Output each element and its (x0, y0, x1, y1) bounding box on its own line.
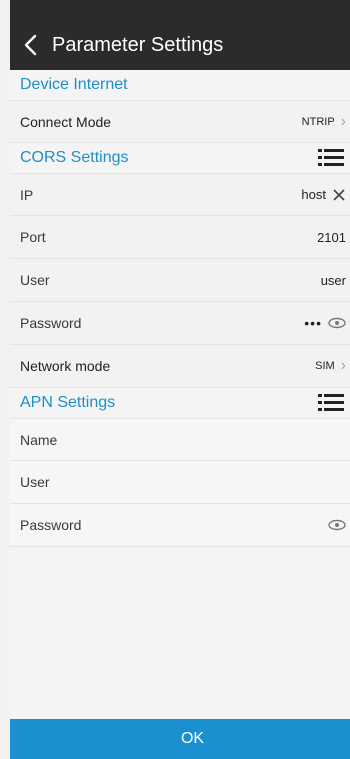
page-title: Parameter Settings (52, 34, 224, 56)
apn-name-label: Name (20, 431, 58, 448)
network-mode-row[interactable]: Network mode SIM › (10, 345, 350, 388)
top-bar: Parameter Settings (10, 0, 350, 70)
apn-password-value-group (328, 519, 350, 531)
password-label: Password (20, 315, 82, 331)
apn-user-label: User (20, 474, 50, 490)
password-value-group: ••• (304, 315, 350, 331)
eye-icon[interactable] (328, 317, 346, 329)
ok-button[interactable]: OK (10, 719, 350, 759)
user-value-group: user (321, 273, 350, 288)
connect-mode-value: NTRIP (301, 115, 335, 128)
ip-row[interactable]: IP host (10, 173, 350, 216)
network-mode-value-group: SIM › (315, 357, 350, 375)
connect-mode-row[interactable]: Connect Mode NTRIP › (10, 100, 350, 143)
chevron-left-icon (24, 34, 37, 56)
connect-mode-value-group: NTRIP › (302, 113, 350, 131)
eye-icon[interactable] (328, 519, 346, 531)
port-input[interactable]: 2101 (317, 230, 346, 245)
apn-password-label: Password (20, 517, 82, 533)
password-input[interactable]: ••• (304, 315, 322, 331)
ip-input[interactable]: host (301, 187, 326, 202)
app-frame: Parameter Settings Device Internet Conne… (10, 0, 350, 759)
ok-button-label: OK (180, 730, 205, 747)
section-apn: APN Settings (10, 388, 350, 418)
port-row[interactable]: Port 2101 (10, 216, 350, 259)
chevron-right-icon: › (340, 357, 346, 374)
section-title: Device Internet (20, 76, 128, 93)
connect-mode-label: Connect Mode (20, 113, 112, 130)
section-title: CORS Settings (20, 149, 129, 166)
ip-label: IP (20, 186, 34, 203)
user-label: User (20, 272, 50, 288)
ip-value-group: host (301, 187, 350, 202)
port-label: Port (20, 229, 46, 245)
password-row[interactable]: Password ••• (10, 302, 350, 345)
section-title: APN Settings (20, 394, 116, 411)
clear-icon[interactable] (332, 188, 346, 202)
list-icon-svg (318, 394, 344, 411)
network-mode-label: Network mode (20, 358, 111, 374)
section-cors: CORS Settings (10, 143, 350, 173)
user-row[interactable]: User user (10, 259, 350, 302)
port-value-group: 2101 (317, 230, 350, 245)
apn-block: Name User Password (10, 418, 350, 547)
apn-password-row[interactable]: Password (10, 504, 350, 547)
network-mode-value: SIM (315, 360, 335, 372)
back-button[interactable] (20, 30, 42, 60)
list-icon[interactable] (318, 147, 344, 169)
chevron-right-icon: › (340, 112, 346, 130)
list-icon-svg (318, 149, 344, 166)
apn-name-row[interactable]: Name (10, 418, 350, 461)
section-device-internet: Device Internet (10, 70, 350, 100)
user-input[interactable]: user (321, 273, 346, 288)
list-icon[interactable] (318, 392, 344, 414)
apn-user-row[interactable]: User (10, 461, 350, 504)
